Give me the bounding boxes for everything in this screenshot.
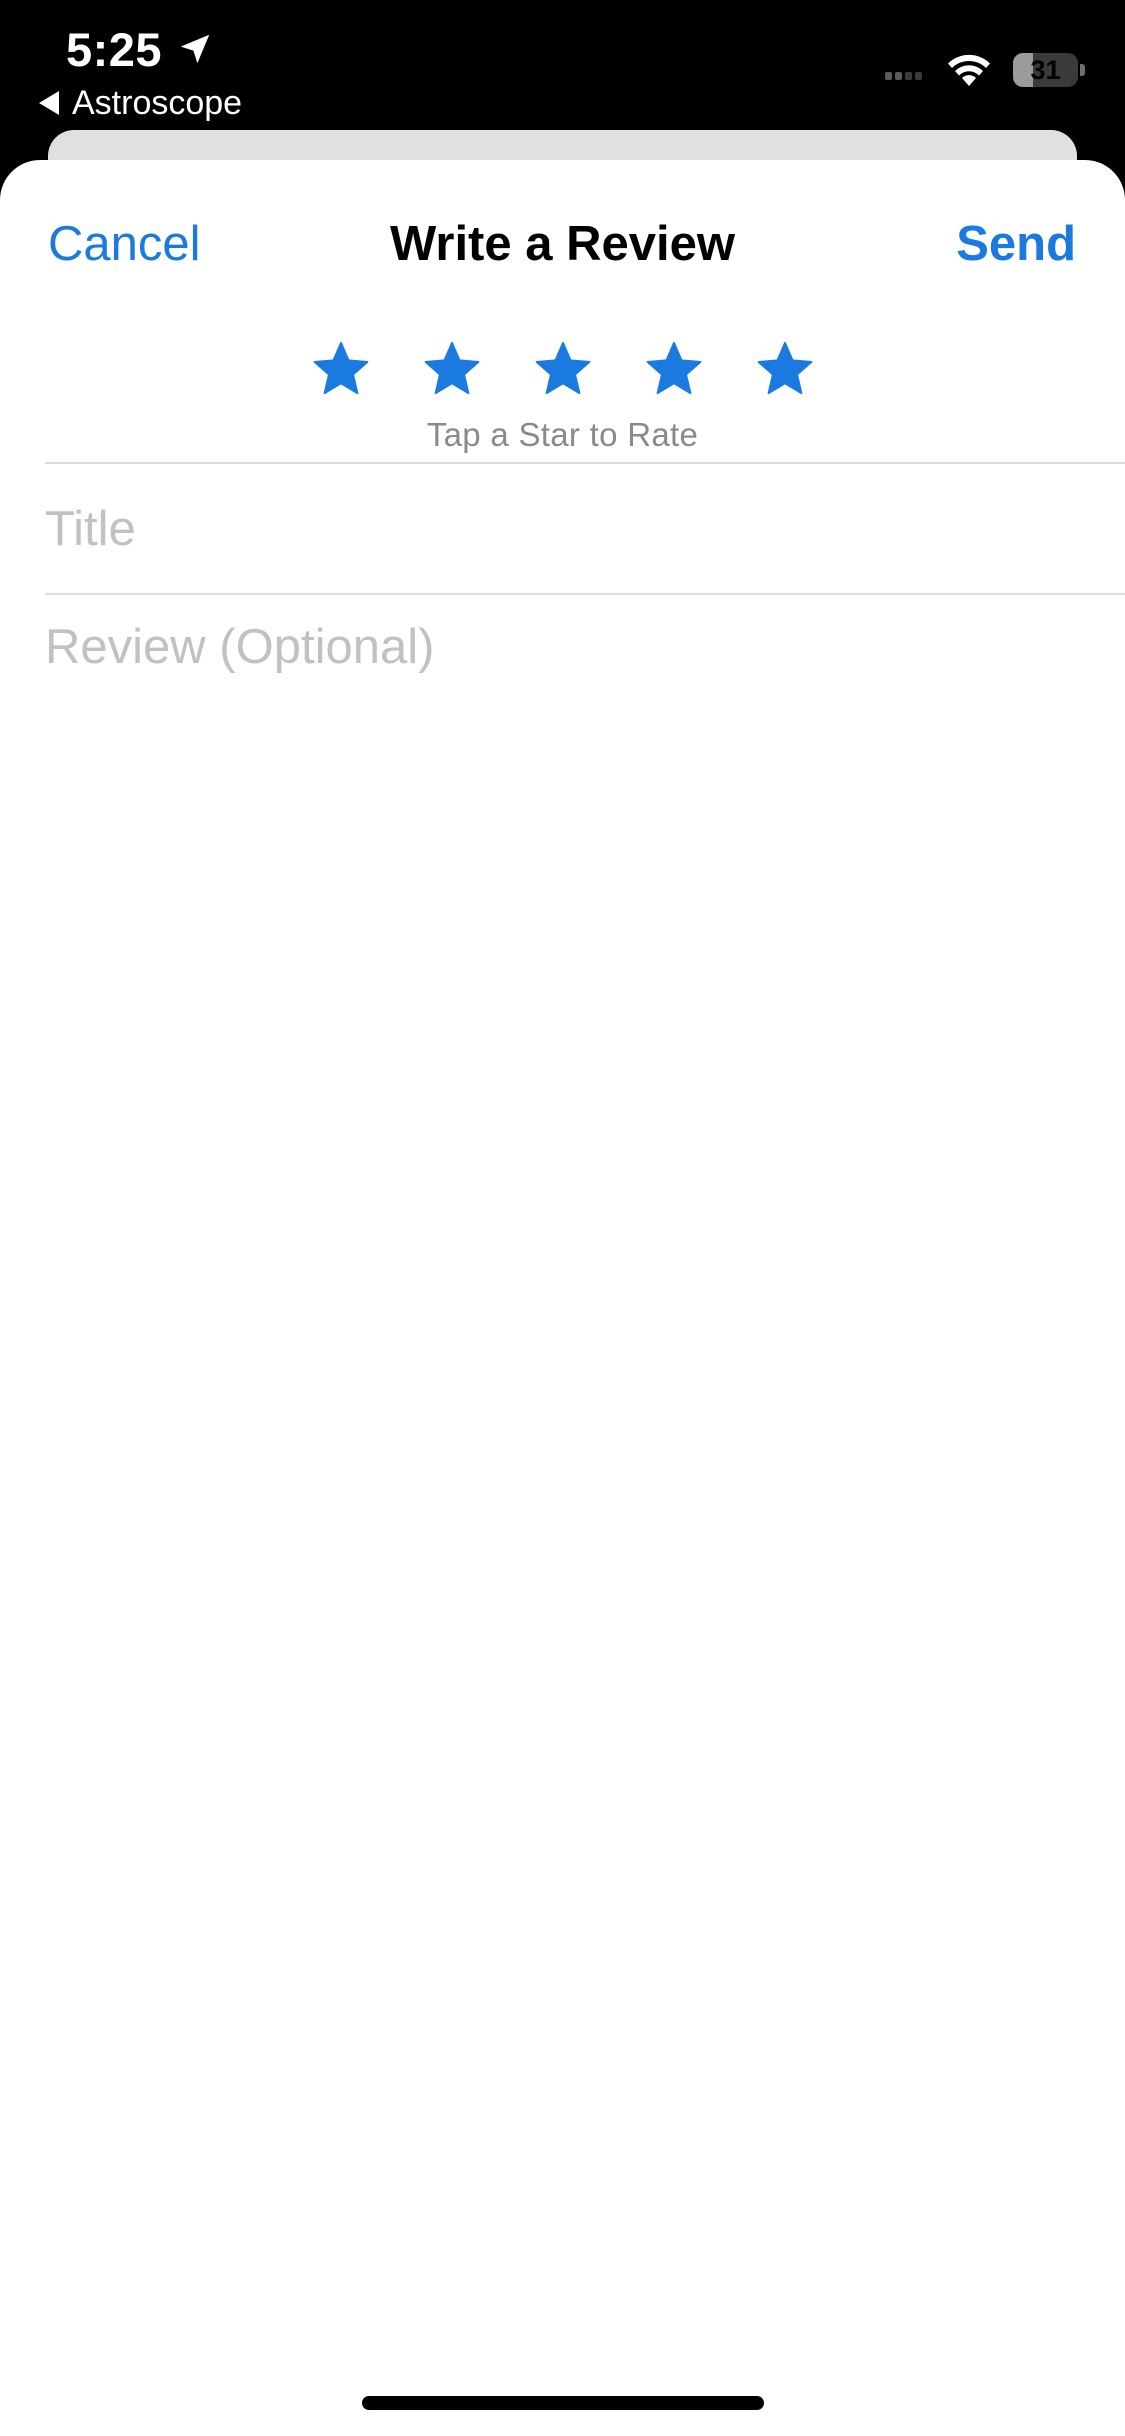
back-to-app-link[interactable]: Astroscope <box>38 78 242 128</box>
title-input[interactable] <box>45 498 1080 560</box>
wifi-icon <box>948 54 990 86</box>
star-rating <box>0 340 1125 398</box>
star-3-icon[interactable] <box>534 340 592 398</box>
star-4-icon[interactable] <box>645 340 703 398</box>
nav-bar: Write a Review Cancel Send <box>0 160 1125 330</box>
cancel-button[interactable]: Cancel <box>48 216 201 272</box>
send-button[interactable]: Send <box>956 216 1076 272</box>
star-1-icon[interactable] <box>312 340 370 398</box>
cellular-signal-icon <box>885 72 922 80</box>
back-triangle-icon <box>39 91 59 115</box>
back-app-name: Astroscope <box>72 83 243 122</box>
write-review-sheet: Write a Review Cancel Send Tap a Star to… <box>0 160 1125 2436</box>
star-2-icon[interactable] <box>423 340 481 398</box>
screen: 5:25 Astroscope 31 Write a Review Cancel… <box>0 0 1125 2436</box>
battery-level: 31 <box>1030 54 1061 85</box>
battery-cap <box>1080 64 1085 76</box>
home-indicator[interactable] <box>362 2396 764 2410</box>
status-indicators: 31 <box>885 46 1085 94</box>
battery-icon: 31 <box>1013 52 1085 88</box>
battery-body: 31 <box>1013 53 1079 87</box>
rating-hint: Tap a Star to Rate <box>426 416 699 453</box>
status-time-text: 5:25 <box>66 22 163 76</box>
divider <box>45 462 1125 464</box>
review-textarea[interactable] <box>45 616 1080 2016</box>
divider <box>45 593 1125 595</box>
star-5-icon[interactable] <box>756 340 814 398</box>
status-time: 5:25 <box>66 14 214 84</box>
location-arrow-icon <box>180 34 210 64</box>
